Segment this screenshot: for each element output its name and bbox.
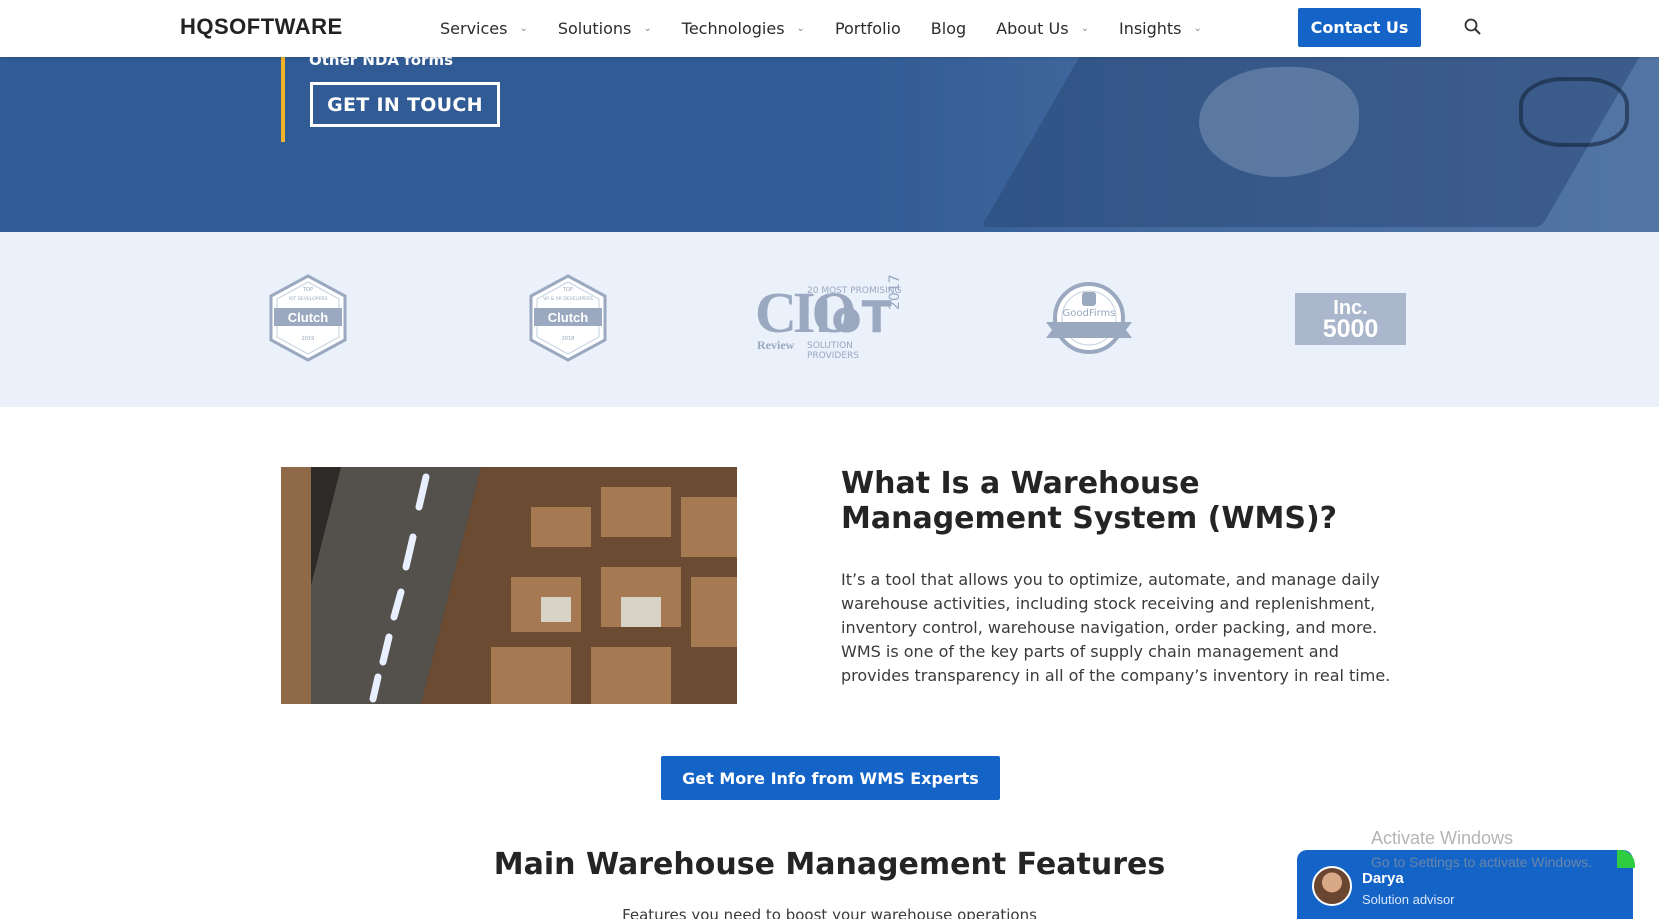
chevron-down-icon: ⌄ [796,23,805,34]
nav-item-technologies[interactable]: Technologies ⌄ [682,19,805,38]
nav-item-insights[interactable]: Insights ⌄ [1119,19,1202,38]
wms-description: It’s a tool that allows you to optimize,… [841,570,1391,685]
chevron-down-icon: ⌄ [519,23,528,34]
badge-top-text: TOP [562,287,573,293]
wms-heading: What Is a Warehouse Management System (W… [841,466,1338,536]
chevron-down-icon: ⌄ [1193,23,1202,34]
nav-item-solutions[interactable]: Solutions ⌄ [558,19,652,38]
badge-brand-text: Clutch [288,310,329,325]
hero-accent-bar [281,57,285,142]
nav-item-label: About Us [996,19,1069,38]
advisor-role: Solution advisor [1362,892,1455,907]
nav-item-label: Solutions [557,19,632,38]
badge-line-text: VR & AR DEVELOPERS [543,296,593,302]
chevron-down-icon: ⌄ [643,23,652,34]
hand-shape [1199,67,1359,177]
get-more-info-button[interactable]: Get More Info from WMS Experts [661,756,1000,800]
advisor-avatar [1312,866,1352,906]
goodfirms-badge: GoodFirms [1046,282,1132,354]
cio-iot-text: IoT [815,292,892,343]
awards-strip: TOP IOT DEVELOPERS Clutch 2019 TOP VR & … [0,232,1659,407]
logo[interactable]: HQSOFTWARE [180,14,343,40]
badge-line-text: IOT DEVELOPERS [289,296,328,302]
clutch-iot-badge: TOP IOT DEVELOPERS Clutch 2019 [268,274,348,362]
hero-laptop-image [839,57,1659,232]
cio-review-text: Review [757,338,795,352]
online-status-icon [1617,850,1635,868]
inc-line2: 5000 [1322,315,1379,343]
cio-review-badge: CIO Review 20 MOST PROMISING IoT SOLUTIO… [755,274,905,361]
inc-5000-badge: Inc. 5000 [1295,293,1406,345]
glasses-shape [1519,77,1629,147]
badge-brand-text: Clutch [548,310,589,325]
site-header: HQSOFTWARE Services ⌄ Solutions ⌄ Techno… [0,0,1659,57]
nav-item-label: Insights [1118,19,1182,38]
cio-year-text: 2017 [887,274,903,310]
nav-item-label: Technologies [681,19,785,38]
chevron-down-icon: ⌄ [1080,23,1089,34]
nav-item-services[interactable]: Services ⌄ [440,19,528,38]
nav-item-label: Blog [930,19,967,38]
nav-item-label: Portfolio [834,19,901,38]
main-nav: Services ⌄ Solutions ⌄ Technologies ⌄ Po… [440,0,1232,57]
contact-us-button[interactable]: Contact Us [1298,8,1421,47]
nav-item-about-us[interactable]: About Us ⌄ [996,19,1089,38]
cio-bottom-text: SOLUTION PROVIDERS [807,341,860,361]
get-in-touch-button[interactable]: GET IN TOUCH [310,82,500,127]
hero-cut-text: Other NDA forms [309,57,454,69]
nav-item-blog[interactable]: Blog [931,19,966,38]
nav-item-portfolio[interactable]: Portfolio [835,19,901,38]
goodfirms-text: GoodFirms [1062,308,1115,319]
warehouse-image [281,467,737,704]
nav-item-label: Services [440,19,508,38]
hero-section: Other NDA forms GET IN TOUCH [0,57,1659,232]
search-icon[interactable] [1462,16,1484,38]
advisor-name: Darya [1362,870,1404,887]
activate-windows-subtitle: Go to Settings to activate Windows. [1371,854,1592,870]
activate-windows-title: Activate Windows [1371,828,1514,848]
badge-year-text: 2018 [562,336,575,342]
badge-year-text: 2019 [302,336,315,342]
badge-top-text: TOP [302,287,313,293]
clutch-vr-badge: TOP VR & AR DEVELOPERS Clutch 2018 [528,274,608,362]
